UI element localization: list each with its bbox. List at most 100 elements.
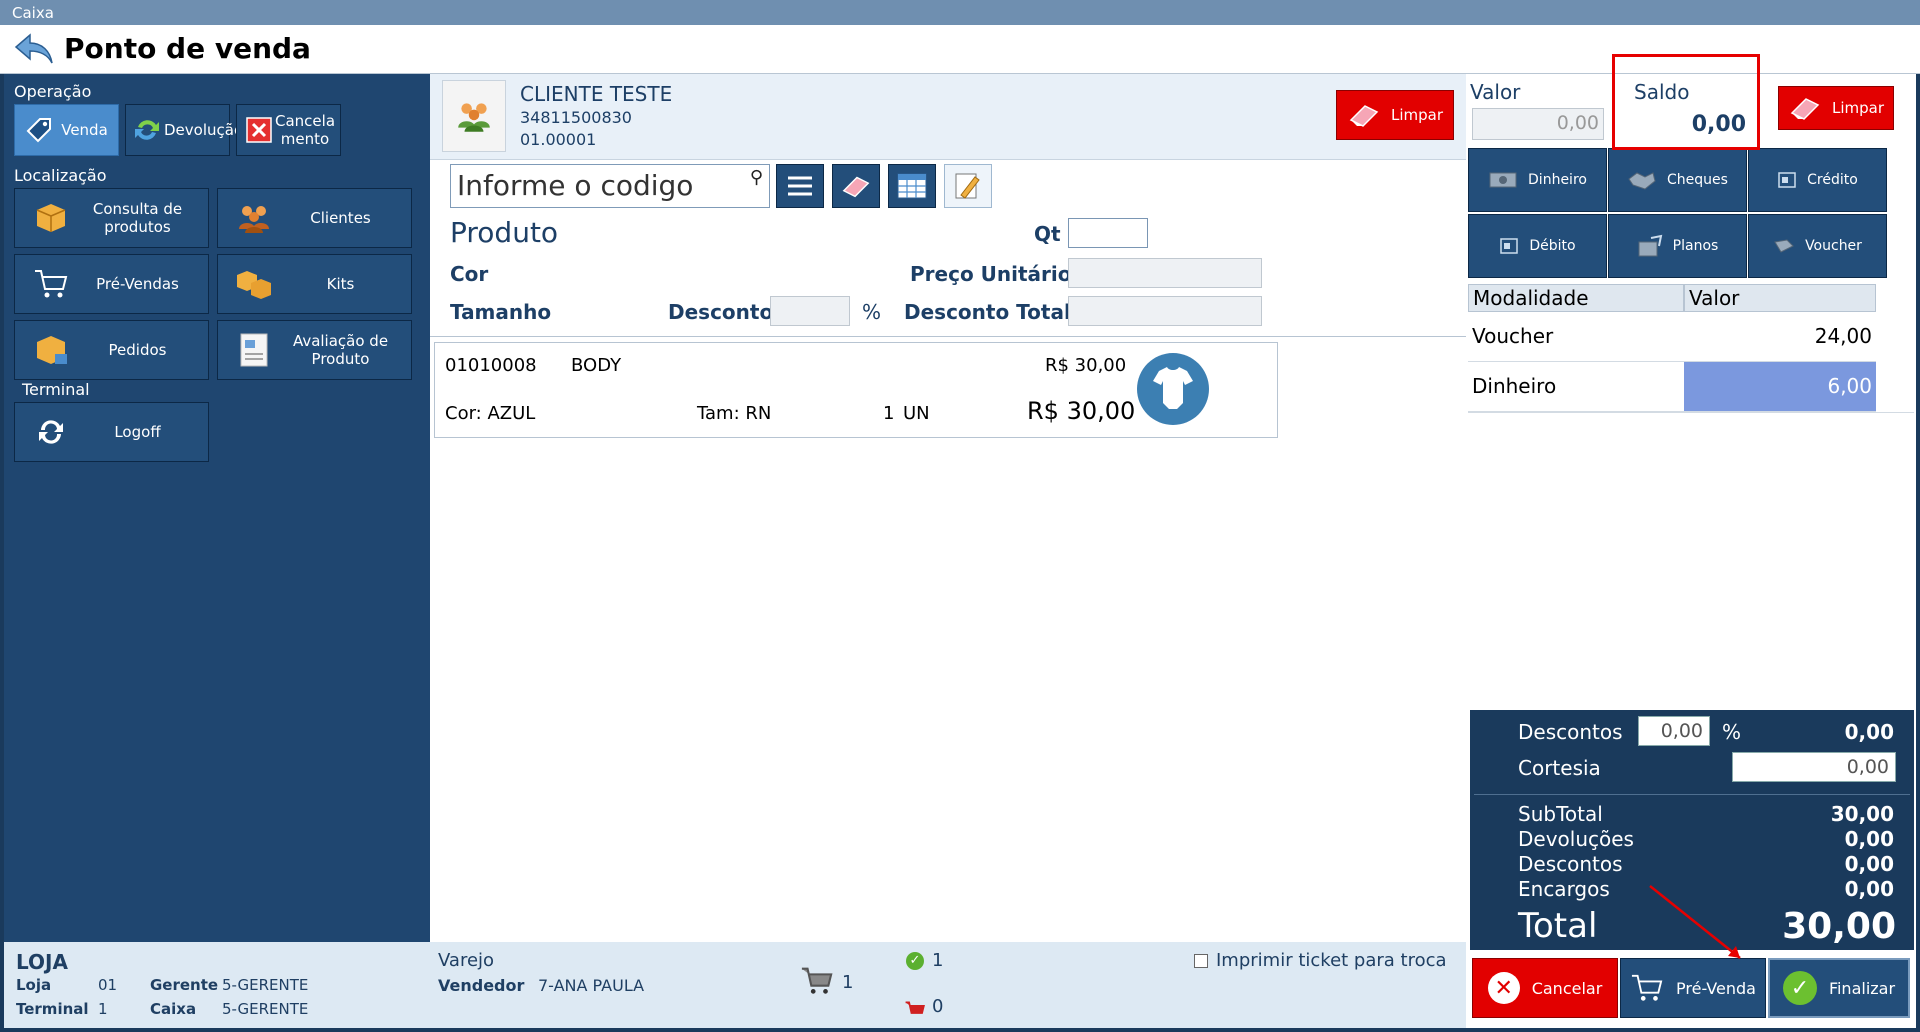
eraser-icon [842, 176, 870, 198]
sync-icon [29, 410, 73, 454]
product-search-input[interactable]: Informe o codigo ⚲ [450, 164, 770, 208]
desconto-label: Desconto [668, 300, 774, 324]
form-divider [430, 336, 1466, 337]
search-icon: ⚲ [749, 167, 763, 188]
descontos2-value: 0,00 [1844, 852, 1894, 876]
store-info-panel: LOJA Loja 01 Gerente 5-GERENTE Terminal … [4, 942, 430, 1028]
clear-payment-button[interactable]: Limpar [1778, 86, 1894, 130]
baby-bodysuit-icon [1137, 353, 1209, 425]
consulta-produtos-button[interactable]: Consulta de produtos [14, 188, 209, 248]
produto-label: Produto [450, 216, 559, 249]
item-color: Cor: AZUL [445, 403, 536, 424]
encargos-value: 0,00 [1844, 877, 1894, 901]
people-icon [232, 196, 276, 240]
devolucoes-label: Devoluções [1518, 827, 1634, 851]
finalize-button[interactable]: ✓ Finalizar [1768, 958, 1910, 1018]
pending-count: 0 [932, 996, 944, 1017]
item-unit: UN [903, 403, 930, 424]
venda-button[interactable]: Venda [14, 104, 119, 156]
cart-count: 1 [842, 972, 854, 993]
shopping-cart-icon[interactable] [800, 964, 834, 998]
sale-item[interactable]: 01010008 BODY R$ 30,00 Cor: AZUL Tam: RN… [434, 342, 1278, 438]
item-size: Tam: RN [697, 403, 772, 424]
payment-row-modalidade[interactable]: Dinheiro [1468, 362, 1684, 412]
print-ticket-checkbox[interactable] [1194, 954, 1208, 968]
check-circle-icon: ✓ [906, 952, 924, 970]
pre-vendas-button[interactable]: Pré-Vendas [14, 254, 209, 314]
planos-button[interactable]: Planos [1608, 214, 1747, 278]
debito-button[interactable]: Débito [1468, 214, 1607, 278]
boxes-icon [232, 262, 276, 306]
devolucoes-value: 0,00 [1844, 827, 1894, 851]
loja-label: Loja [16, 976, 52, 994]
cortesia-label: Cortesia [1518, 756, 1601, 780]
pedidos-button[interactable]: Pedidos [14, 320, 209, 380]
seller-label: Vendedor [438, 976, 525, 995]
store-heading: LOJA [16, 950, 68, 974]
logoff-button[interactable]: Logoff [14, 402, 209, 462]
encargos-label: Encargos [1518, 877, 1610, 901]
cancel-button[interactable]: ✕ Cancelar [1472, 958, 1618, 1018]
desconto-input[interactable] [770, 296, 850, 326]
box-cart-icon [29, 328, 73, 372]
edit-note-button[interactable] [944, 164, 992, 208]
item-qty: 1 [883, 403, 895, 424]
payment-row-modalidade[interactable]: Voucher [1468, 312, 1684, 362]
back-arrow-icon[interactable] [12, 31, 56, 67]
sale-info-panel: Varejo Vendedor 7-ANA PAULA 1 ✓ 1 0 Impr… [430, 942, 1466, 1028]
devolucao-button[interactable]: Devolução [125, 104, 243, 156]
totals-divider [1474, 794, 1910, 795]
section-label-localizacao: Localização [14, 166, 107, 185]
red-cart-icon [905, 1001, 925, 1014]
payment-row-valor-selected[interactable]: 6,00 [1684, 362, 1876, 412]
preco-unitario-input[interactable] [1068, 258, 1262, 288]
caixa-label: Caixa [150, 1000, 197, 1018]
client-avatar[interactable] [442, 80, 506, 152]
list-icon [788, 176, 812, 196]
payment-row-valor[interactable]: 24,00 [1684, 312, 1876, 362]
cheques-button[interactable]: Cheques [1608, 148, 1747, 212]
subtotal-label: SubTotal [1518, 802, 1603, 826]
item-name: BODY [571, 355, 622, 376]
preco-unitario-label: Preço Unitário [910, 262, 1072, 286]
desconto-percent: % [862, 300, 882, 324]
seller-value: 7-ANA PAULA [538, 976, 645, 995]
item-code: 01010008 [445, 355, 537, 376]
eraser-icon [1790, 98, 1820, 120]
cortesia-input[interactable]: 0,00 [1732, 752, 1896, 782]
section-label-terminal: Terminal [22, 380, 90, 399]
valor-input[interactable]: 0,00 [1472, 108, 1604, 140]
caixa-value: 5-GERENTE [222, 1000, 309, 1018]
descontos-input[interactable]: 0,00 [1638, 716, 1710, 746]
close-icon [243, 108, 275, 152]
kits-button[interactable]: Kits [217, 254, 412, 314]
cancel-x-icon: ✕ [1487, 972, 1520, 1004]
terminal-label: Terminal [16, 1000, 89, 1018]
tamanho-label: Tamanho [450, 300, 552, 324]
desconto-total-input[interactable] [1068, 296, 1262, 326]
qt-input[interactable] [1068, 218, 1148, 248]
eraser-button[interactable] [832, 164, 880, 208]
voucher-button[interactable]: Voucher [1748, 214, 1887, 278]
credito-button[interactable]: Crédito [1748, 148, 1887, 212]
list-button[interactable] [776, 164, 824, 208]
client-header: CLIENTE TESTE 34811500830 01.00001 Limpa… [430, 74, 1466, 160]
clear-client-button[interactable]: Limpar [1336, 90, 1454, 140]
avaliacao-produto-button[interactable]: Avaliação de Produto [217, 320, 412, 380]
clientes-button[interactable]: Clientes [217, 188, 412, 248]
loja-value: 01 [98, 976, 118, 994]
descontos-percent: % [1722, 720, 1742, 744]
ok-count: 1 [932, 950, 944, 971]
dinheiro-button[interactable]: Dinheiro [1468, 148, 1607, 212]
debit-card-icon [1500, 238, 1519, 254]
cart-icon [1631, 974, 1663, 1001]
voucher-icon [1774, 239, 1794, 253]
box-icon [29, 196, 73, 240]
grid-button[interactable] [888, 164, 936, 208]
edit-note-icon [955, 173, 980, 199]
gerente-value: 5-GERENTE [222, 976, 309, 994]
eraser-icon [1349, 105, 1379, 127]
refresh-arrows-icon [130, 108, 164, 152]
channel-label: Varejo [438, 950, 495, 971]
cancelamento-button[interactable]: Cancela mento [236, 104, 341, 156]
